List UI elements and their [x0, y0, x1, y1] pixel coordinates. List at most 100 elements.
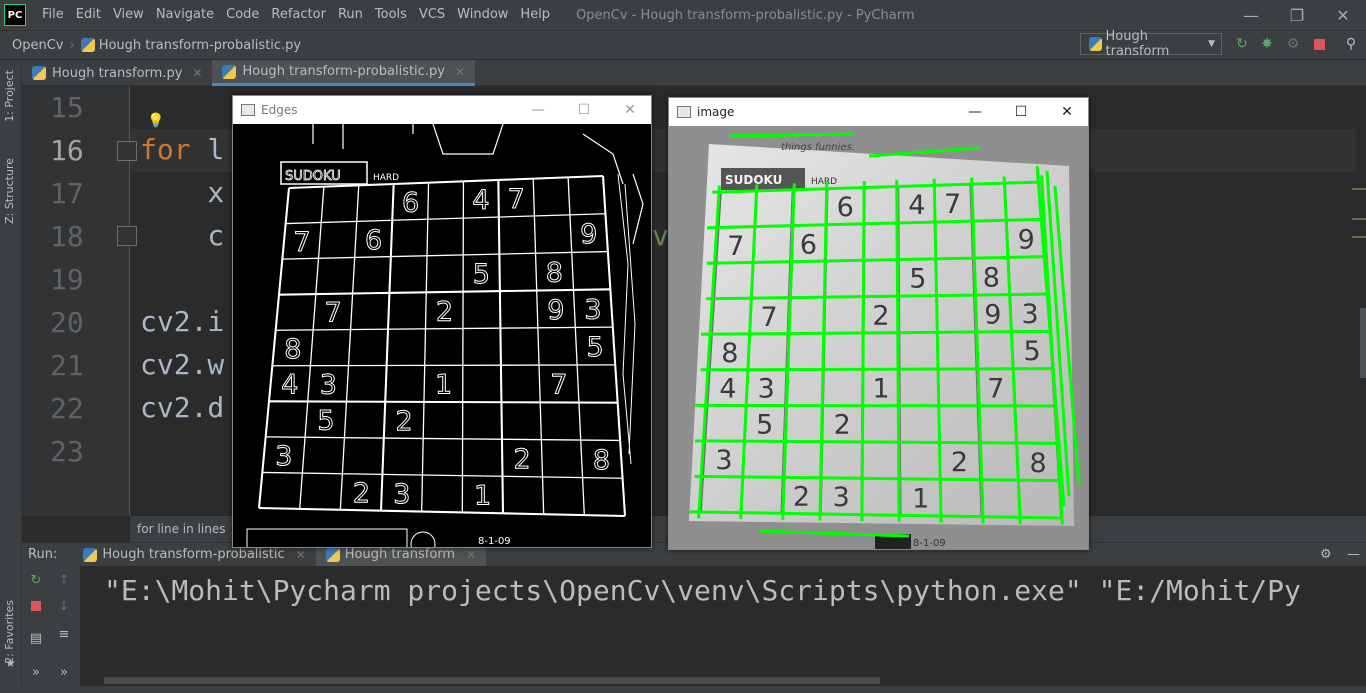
project-tool-tab[interactable]: 1: Project [3, 70, 16, 122]
console-output[interactable]: "E:\Mohit\Pycharm projects\OpenCv\venv\S… [80, 566, 1366, 676]
expand-icon[interactable]: » [28, 664, 44, 680]
menu-edit[interactable]: Edit [70, 0, 107, 30]
console-horizontal-scrollbar[interactable] [104, 677, 880, 684]
structure-tool-tab[interactable]: Z: Structure [3, 158, 16, 224]
image-canvas: SUDOKU HARD things funnies. 8-1-09 6 4 77 6… [669, 126, 1088, 549]
sudoku-digit: 7 [293, 227, 310, 258]
close-tab-icon[interactable]: ✕ [455, 65, 465, 79]
sudoku-digit: 1 [912, 483, 929, 514]
line-number: 15 [50, 91, 84, 124]
minimize-button[interactable]: — [1228, 0, 1274, 30]
grid-line [461, 181, 465, 513]
close-button[interactable]: ✕ [1044, 98, 1090, 126]
python-file-icon [80, 38, 95, 52]
sudoku-digit: 7 [508, 184, 525, 215]
hough-image: SUDOKU HARD things funnies. 8-1-09 64776… [669, 126, 1088, 549]
window-title: OpenCv - Hough transform-probalistic.py … [576, 7, 915, 23]
close-button[interactable]: ✕ [607, 96, 653, 124]
menu-tools[interactable]: Tools [369, 0, 413, 30]
menu-refactor[interactable]: Refactor [265, 0, 332, 30]
menu-window[interactable]: Window [451, 0, 514, 30]
sudoku-digit: 3 [833, 482, 850, 513]
menu-run[interactable]: Run [332, 0, 369, 30]
run-configuration-select[interactable]: Hough transform ▼ [1080, 29, 1222, 59]
scroll-marker [1352, 188, 1366, 190]
sudoku-digit: 2 [793, 482, 810, 513]
sudoku-digit: 4 [908, 190, 925, 221]
sudoku-digit: 1 [872, 373, 889, 404]
editor-scrollbar[interactable] [1356, 86, 1366, 516]
menu-help[interactable]: Help [514, 0, 556, 30]
fold-marker-icon[interactable] [117, 226, 137, 246]
scroll-marker [1352, 236, 1366, 238]
edges-window[interactable]: Edges — ☐ ✕ SUDOKU HARD 8-1-09 647769587… [232, 95, 652, 548]
image-window-titlebar[interactable]: image — ☐ ✕ [669, 98, 1088, 126]
layout-icon[interactable]: ▤ [28, 630, 44, 646]
stop-icon[interactable] [28, 598, 44, 614]
debug-icon[interactable]: ✸ [1258, 35, 1276, 53]
sudoku-digit: 1 [474, 480, 491, 511]
code-text: l [190, 133, 225, 166]
close-tab-icon[interactable]: ✕ [192, 66, 202, 80]
maximize-button[interactable]: ☐ [561, 96, 607, 124]
tab-label: Hough transform.py [52, 65, 183, 81]
close-tab-icon[interactable]: ✕ [296, 548, 306, 562]
chevron-right-icon: › [69, 37, 75, 53]
code-line-18: c [140, 219, 225, 252]
sudoku-digit: 3 [275, 441, 292, 472]
sudoku-digit: 2 [872, 301, 889, 332]
minimize-button[interactable]: — [952, 98, 998, 126]
sudoku-digit: 7 [761, 302, 778, 333]
soft-wrap-icon[interactable]: ≡ [56, 626, 72, 642]
close-button[interactable]: ✕ [1320, 0, 1366, 30]
coverage-icon[interactable]: ⚙ [1284, 35, 1302, 53]
minimize-panel-icon[interactable]: — [1347, 547, 1360, 562]
tab-hough-transform[interactable]: Hough transform.py ✕ [22, 60, 212, 86]
sudoku-digit: 8 [983, 262, 1000, 293]
menu-navigate[interactable]: Navigate [150, 0, 220, 30]
sudoku-digit: 5 [1024, 336, 1041, 367]
breadcrumb-project[interactable]: OpenCv [12, 38, 64, 53]
expand-icon[interactable]: » [56, 664, 72, 680]
rerun-icon[interactable]: ↻ [28, 572, 44, 588]
menu-file[interactable]: File [36, 0, 70, 30]
fold-marker-icon[interactable] [117, 141, 137, 161]
hough-line [700, 367, 1054, 372]
menu-code[interactable]: Code [220, 0, 265, 30]
arrow-down-icon[interactable]: ↓ [56, 598, 72, 614]
rerun-icon[interactable]: ↻ [1233, 35, 1251, 53]
image-window[interactable]: image — ☐ ✕ SUDOKU HARD things funnies. … [668, 97, 1089, 550]
stop-icon[interactable] [1310, 35, 1328, 53]
grid-line [497, 179, 505, 514]
python-file-icon [325, 547, 340, 562]
sudoku-digit: 9 [1018, 224, 1035, 255]
maximize-button[interactable]: ☐ [998, 98, 1044, 126]
code-line-21: cv2.w [140, 348, 225, 381]
python-file-icon [83, 547, 98, 562]
sudoku-digit: 2 [513, 444, 530, 475]
python-file-icon [1089, 37, 1102, 51]
lightbulb-icon[interactable]: 💡 [147, 113, 164, 129]
favorites-tool-tab[interactable]: 2: Favorites [3, 600, 16, 664]
menu-view[interactable]: View [107, 0, 150, 30]
search-icon[interactable]: ⚲ [1342, 35, 1360, 53]
scroll-thumb[interactable] [1360, 308, 1366, 378]
console-line: "E:\Mohit\Pycharm projects\OpenCv\venv\S… [104, 574, 1301, 607]
line-number: 20 [50, 306, 84, 339]
status-bar [0, 686, 1366, 693]
code-line-17: x [140, 176, 225, 209]
menu-vcs[interactable]: VCS [413, 0, 451, 30]
sudoku-digit: 5 [756, 409, 773, 440]
gear-icon[interactable]: ⚙ [1320, 547, 1332, 562]
run-configuration-label: Hough transform [1105, 29, 1170, 59]
restore-button[interactable]: ❐ [1274, 0, 1320, 30]
minimize-button[interactable]: — [515, 96, 561, 124]
breadcrumb-file[interactable]: Hough transform-probalistic.py [80, 38, 301, 53]
close-tab-icon[interactable]: ✕ [466, 548, 476, 562]
edges-window-titlebar[interactable]: Edges — ☐ ✕ [233, 96, 651, 124]
run-tab-label: Hough transform [344, 547, 456, 562]
tab-hough-transform-probalistic[interactable]: Hough transform-probalistic.py ✕ [212, 60, 475, 86]
arrow-up-icon[interactable]: ↑ [56, 572, 72, 588]
sudoku-digit: 3 [393, 479, 410, 510]
sudoku-digit: 8 [721, 338, 738, 369]
